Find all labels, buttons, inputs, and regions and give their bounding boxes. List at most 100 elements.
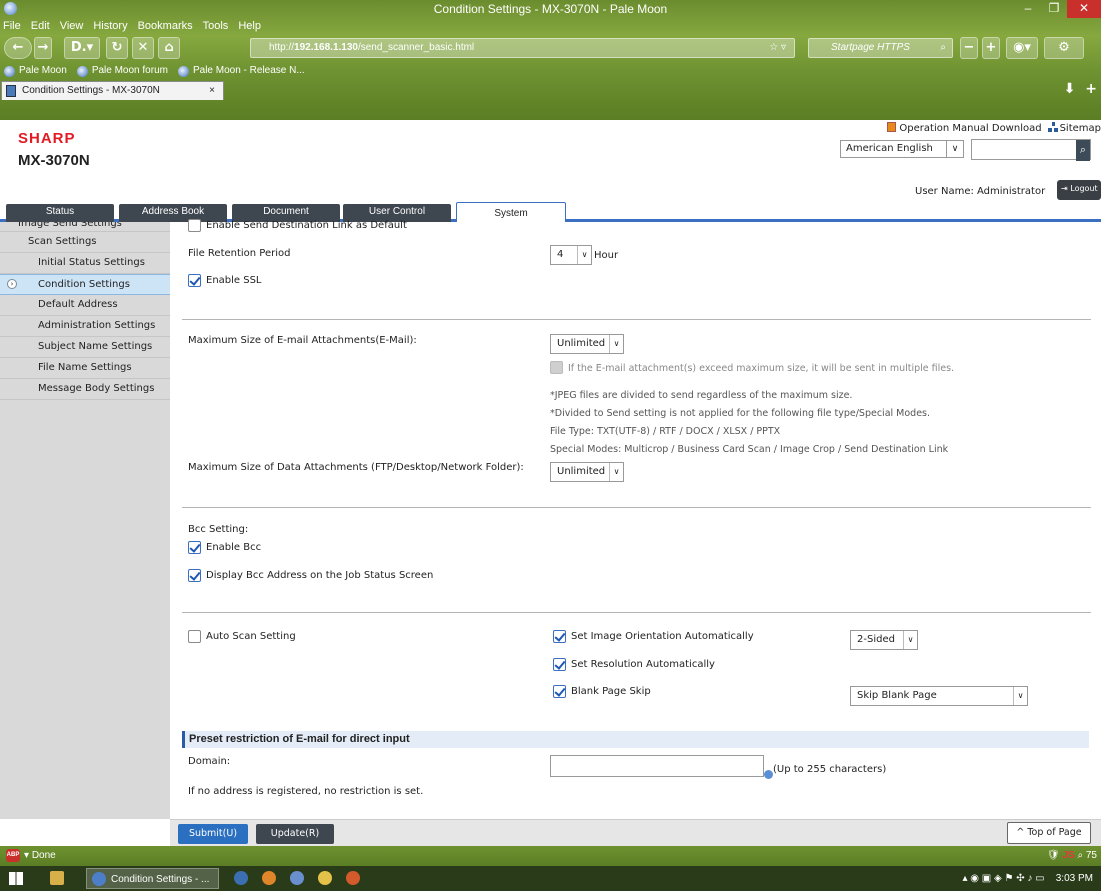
browser-tab[interactable]: Condition Settings - MX-3070N × [1,81,224,100]
divider [182,507,1091,508]
app-icon[interactable] [318,871,332,885]
download-icon[interactable]: ⬇ [1064,81,1076,97]
tab-strip: Condition Settings - MX-3070N × ⬇ + [0,80,1101,100]
enable-bcc-checkbox[interactable] [188,541,201,554]
sidebar-item-scan-settings[interactable]: Scan Settings [0,232,170,253]
sidebar-item-default-address[interactable]: Default Address [0,295,170,316]
file-retention-unit: Hour [594,250,619,261]
home-icon[interactable]: ⌂ [158,37,180,59]
resolution-auto-label: Set Resolution Automatically [571,659,715,670]
forum-icon [76,65,88,77]
bookmark-release-notes[interactable]: Pale Moon - Release N... [177,62,305,80]
bookmark-star-icon[interactable]: ☆ ▿ [769,39,786,57]
submit-button[interactable]: Submit(U) [178,824,248,844]
manual-icon [887,122,897,132]
orientation-auto-checkbox[interactable] [553,630,566,643]
app-icon[interactable] [234,871,248,885]
title-bar: Condition Settings - MX-3070N - Pale Moo… [0,0,1101,18]
app-icon[interactable] [290,871,304,885]
sidebar-item-initial-status-settings[interactable]: Initial Status Settings [0,253,170,274]
app-icon[interactable] [346,871,360,885]
sidebar-item-condition-settings[interactable]: › Condition Settings [0,274,170,295]
max-email-size-select[interactable]: Unlimited ∨ [550,334,624,354]
shield-icon[interactable]: 🛡 [1047,850,1060,861]
new-tab-icon[interactable]: + [1085,81,1097,97]
sidebar-item-administration-settings[interactable]: Administration Settings [0,316,170,337]
pale-moon-icon [4,65,15,77]
split-send-label: If the E-mail attachment(s) exceed maxim… [568,363,955,374]
menu-tools[interactable]: Tools [203,18,229,34]
enable-ssl-checkbox[interactable] [188,274,201,287]
menu-bookmarks[interactable]: Bookmarks [138,18,193,34]
taskbar-item-browser[interactable]: Condition Settings - ... [86,868,219,889]
top-of-page-button[interactable]: ^ Top of Page [1007,822,1091,844]
sidebar: Image Send Settings Scan Settings Initia… [0,222,170,819]
bookmark-pale-moon[interactable]: Pale Moon [4,62,67,80]
js-indicator[interactable]: JS [1062,850,1074,861]
search-bar[interactable]: Startpage HTTPS ⌕ [808,38,953,58]
zoom-icon[interactable]: ⌕ [1077,850,1083,861]
address-bar[interactable]: http://192.168.1.130/send_scanner_basic.… [250,38,795,58]
menu-edit[interactable]: Edit [31,18,50,34]
adblock-icon[interactable]: ABP [6,849,20,862]
sidebar-item-message-body-settings[interactable]: Message Body Settings [0,379,170,400]
menu-history[interactable]: History [93,18,127,34]
blank-page-skip-select[interactable]: Skip Blank Page ∨ [850,686,1028,706]
max-data-size-select[interactable]: Unlimited ∨ [550,462,624,482]
downloads-menu-button[interactable]: D.▾ [64,37,100,59]
page-icon [6,85,16,97]
search-engine-label: Startpage HTTPS [831,42,910,53]
tray-icons[interactable]: ▴ ◉ ▣ ◈ ⚑ ✣ ♪ ▭ [963,873,1045,884]
bookmark-pale-moon-forum[interactable]: Pale Moon forum [76,62,168,80]
tab-status[interactable]: Status [6,204,114,222]
search-icon[interactable]: ⌕ [1076,140,1090,161]
operation-manual-link[interactable]: Operation Manual Download [887,122,1042,134]
sidebar-item-subject-name-settings[interactable]: Subject Name Settings [0,337,170,358]
divider [182,319,1091,320]
update-button[interactable]: Update(R) [256,824,334,844]
enable-send-dest-link-checkbox[interactable] [188,219,201,232]
forward-button[interactable]: → [34,37,52,59]
close-tab-icon[interactable]: × [209,82,215,99]
maximize-button[interactable]: ❐ [1041,0,1067,18]
note-special-modes: Special Modes: Multicrop / Business Card… [550,444,949,455]
language-select[interactable]: American English ∨ [840,140,964,158]
orientation-select[interactable]: 2-Sided ∨ [850,630,918,650]
sitemap-link[interactable]: Sitemap [1047,122,1101,134]
zoom-out-button[interactable]: − [960,37,978,59]
back-button[interactable]: ← [4,37,32,59]
clock[interactable]: 3:03 PM [1056,873,1093,884]
navigation-toolbar: ← → D.▾ ↻ ✕ ⌂ http://192.168.1.130/send_… [0,34,1101,62]
split-send-checkbox[interactable] [550,361,563,374]
close-window-button[interactable]: ✕ [1067,0,1101,18]
auto-scan-checkbox[interactable] [188,630,201,643]
system-tray: ▴ ◉ ▣ ◈ ⚑ ✣ ♪ ▭ 3:03 PM [963,866,1094,891]
reload-icon[interactable]: ↻ [106,37,128,59]
logout-button[interactable]: ⇥ Logout [1057,180,1101,200]
tab-system[interactable]: System [456,202,566,222]
blank-page-skip-checkbox[interactable] [553,685,566,698]
file-explorer-icon[interactable] [50,871,64,885]
display-bcc-checkbox[interactable] [188,569,201,582]
stop-icon[interactable]: ✕ [132,37,154,59]
sharp-logo: SHARP [18,130,76,147]
extension-button[interactable]: ⚙ [1044,37,1084,59]
app-icon[interactable] [262,871,276,885]
windows-start-icon[interactable] [9,872,23,885]
display-bcc-label: Display Bcc Address on the Job Status Sc… [206,570,434,581]
minimize-button[interactable]: – [1015,0,1041,18]
menu-help[interactable]: Help [238,18,261,34]
search-icon[interactable]: ⌕ [940,39,946,57]
file-retention-select[interactable]: 4 ∨ [550,245,592,265]
user-name-label: User Name: Administrator [915,186,1046,197]
addon-menu-button[interactable]: ◉▾ [1006,37,1038,59]
menu-file[interactable]: File [3,18,21,34]
site-search-input[interactable]: ⌕ [971,139,1091,161]
resolution-auto-checkbox[interactable] [553,658,566,671]
zoom-in-button[interactable]: + [982,37,1000,59]
sidebar-item-image-send-settings[interactable]: Image Send Settings [0,222,170,232]
input-helper-icon [764,770,773,779]
menu-view[interactable]: View [60,18,84,34]
domain-input[interactable] [550,755,764,777]
sidebar-item-file-name-settings[interactable]: File Name Settings [0,358,170,379]
